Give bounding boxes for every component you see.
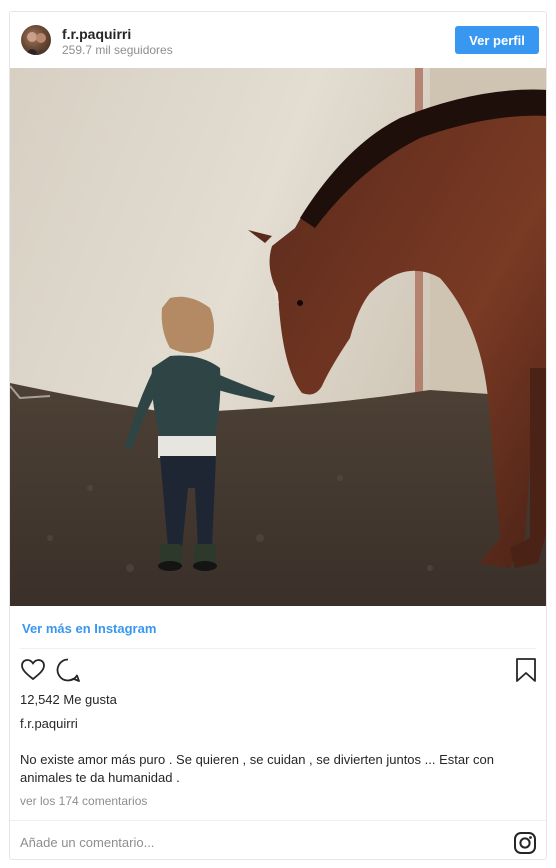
heart-icon[interactable] [20, 657, 46, 688]
view-more-instagram-link[interactable]: Ver más en Instagram [22, 621, 156, 636]
post-actions-bar [10, 657, 546, 688]
bookmark-icon[interactable] [514, 657, 538, 688]
caption-username[interactable]: f.r.paquirri [20, 716, 78, 731]
view-comments-link[interactable]: ver los 174 comentarios [20, 794, 147, 808]
profile-username[interactable]: f.r.paquirri [62, 26, 131, 42]
follower-count: 259.7 mil seguidores [62, 43, 173, 57]
view-profile-button[interactable]: Ver perfil [455, 26, 539, 54]
comment-input[interactable] [20, 830, 480, 854]
divider [20, 648, 536, 649]
instagram-embed-card: f.r.paquirri 259.7 mil seguidores Ver pe… [9, 11, 547, 860]
post-photo[interactable] [10, 68, 546, 606]
comment-bubble-icon[interactable] [55, 657, 81, 688]
instagram-icon[interactable] [513, 831, 537, 855]
post-caption: No existe amor más puro . Se quieren , s… [20, 752, 495, 785]
post-header: f.r.paquirri 259.7 mil seguidores Ver pe… [10, 12, 546, 68]
profile-avatar[interactable] [21, 25, 51, 55]
divider [10, 820, 546, 821]
like-count[interactable]: 12,542 Me gusta [20, 692, 117, 707]
